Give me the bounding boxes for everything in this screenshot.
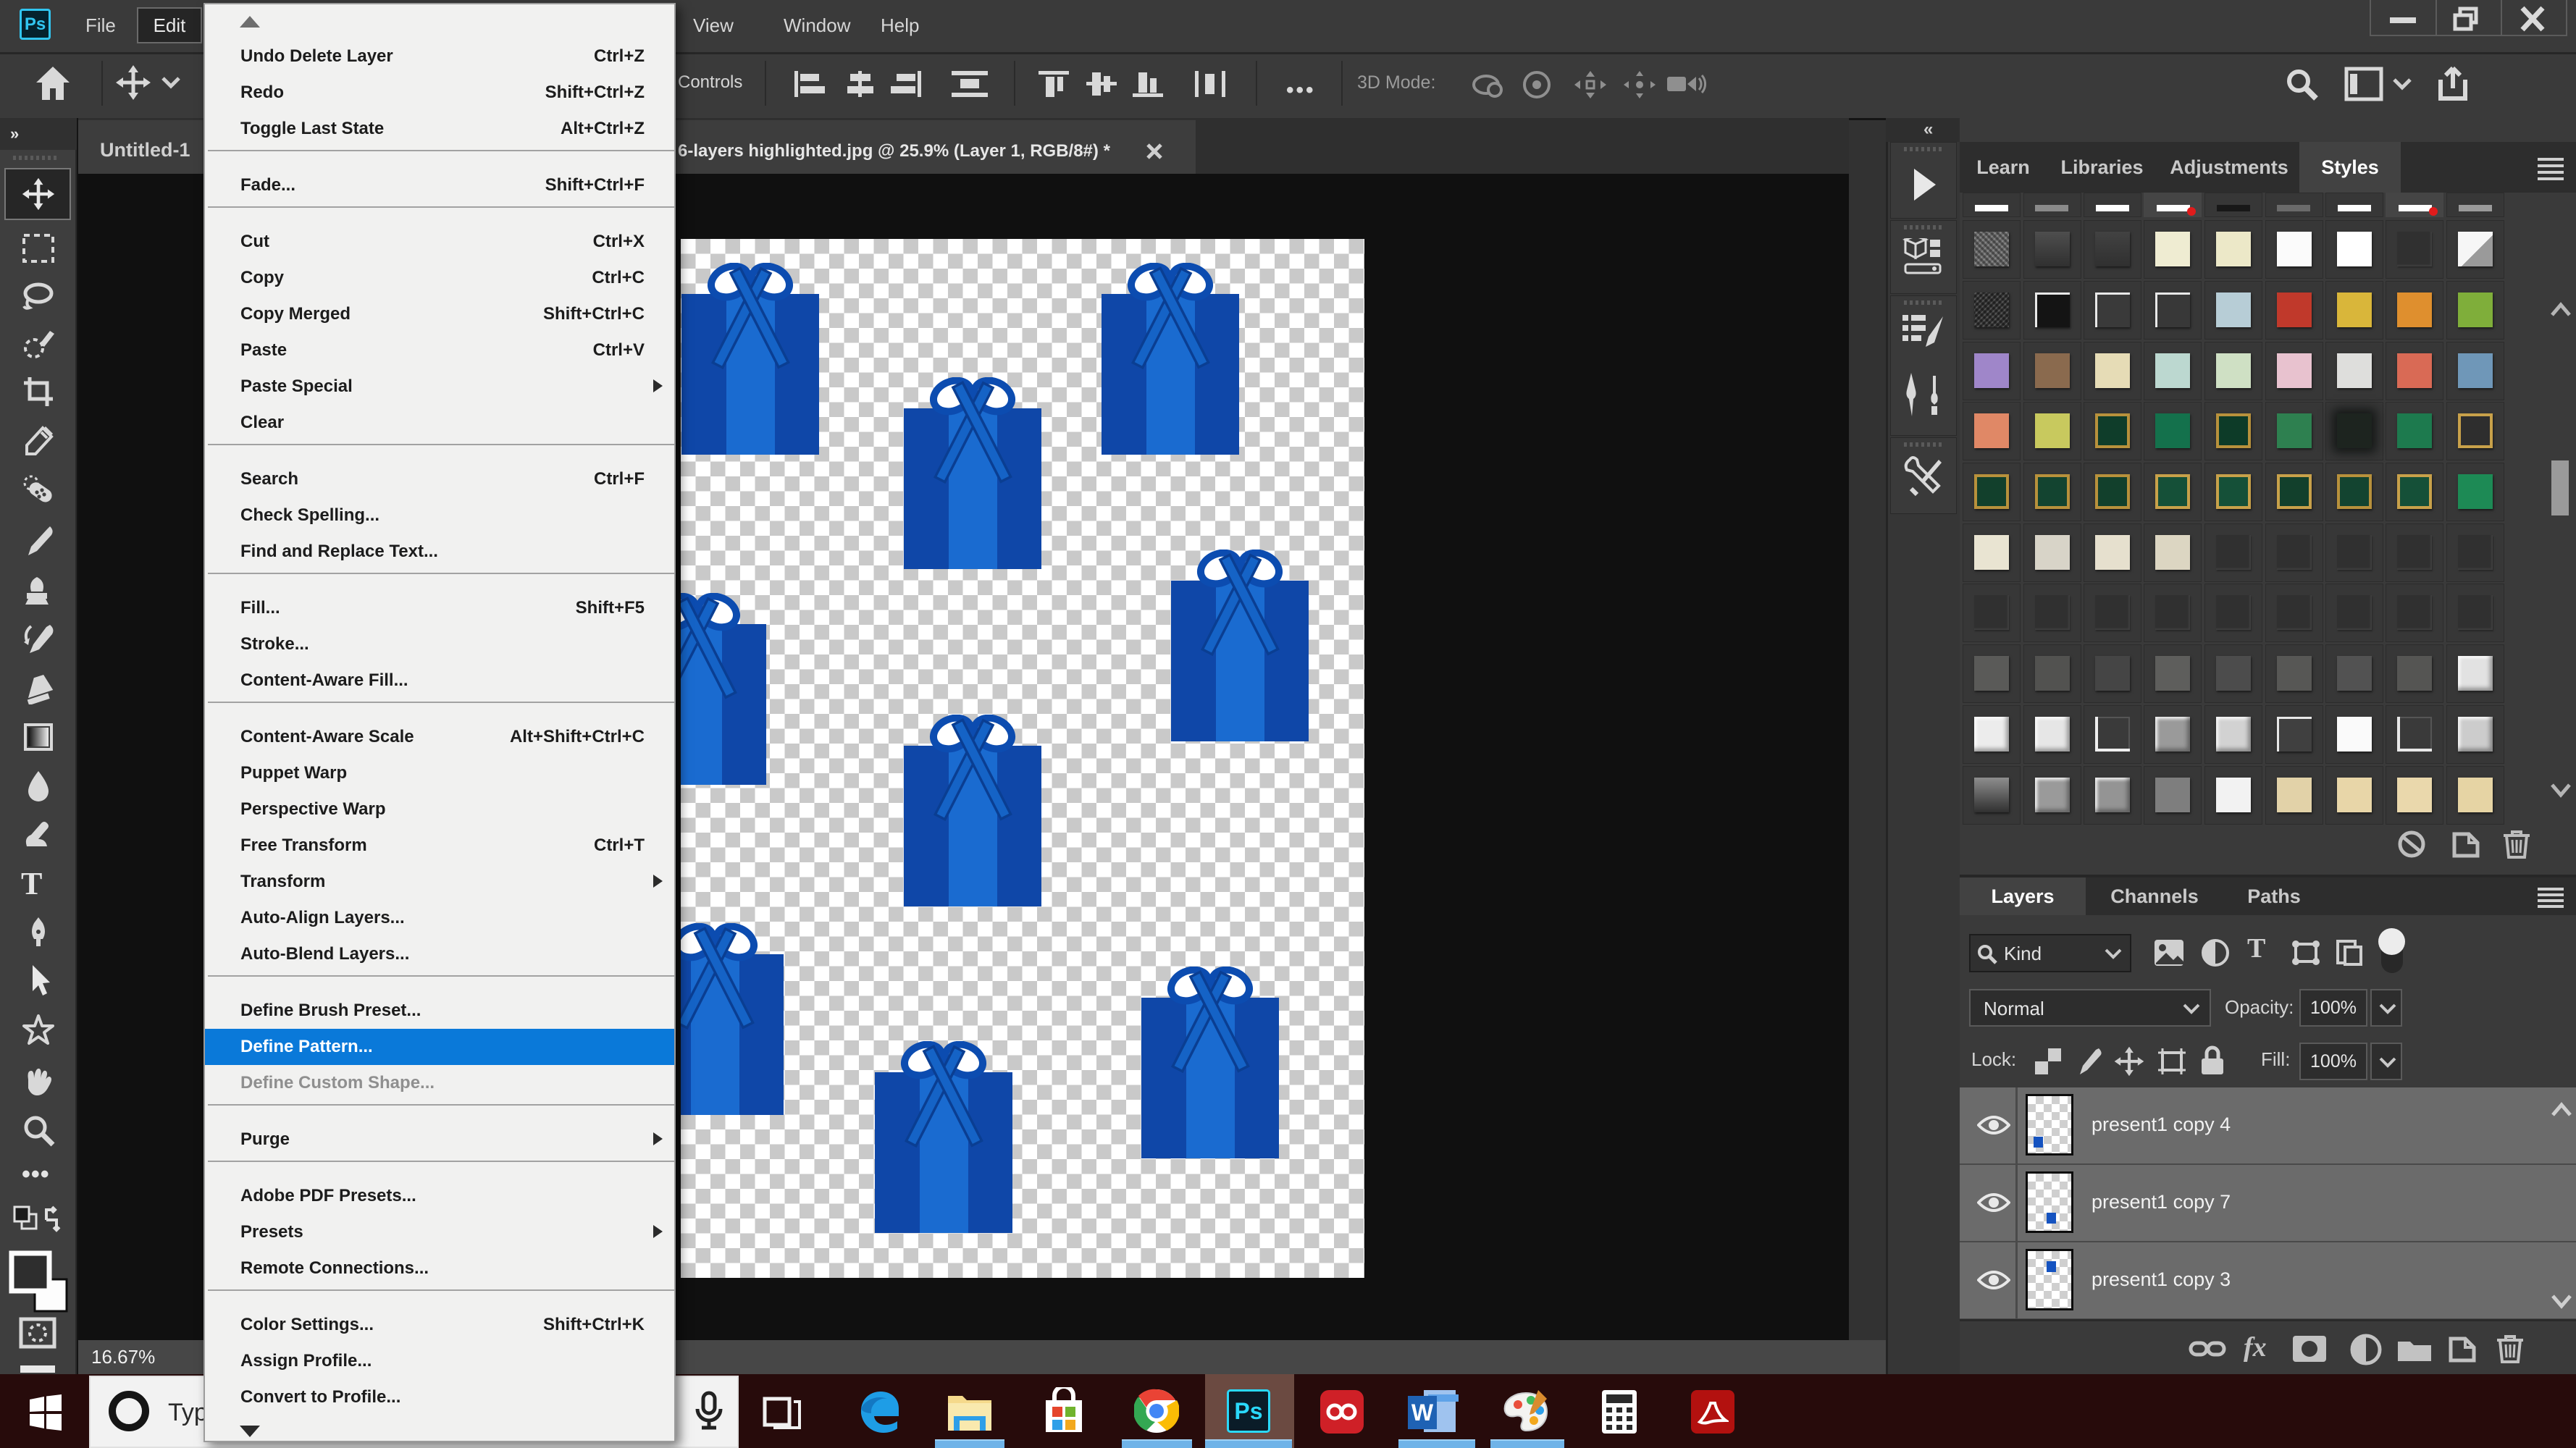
svg-text:W: W xyxy=(1411,1399,1434,1426)
